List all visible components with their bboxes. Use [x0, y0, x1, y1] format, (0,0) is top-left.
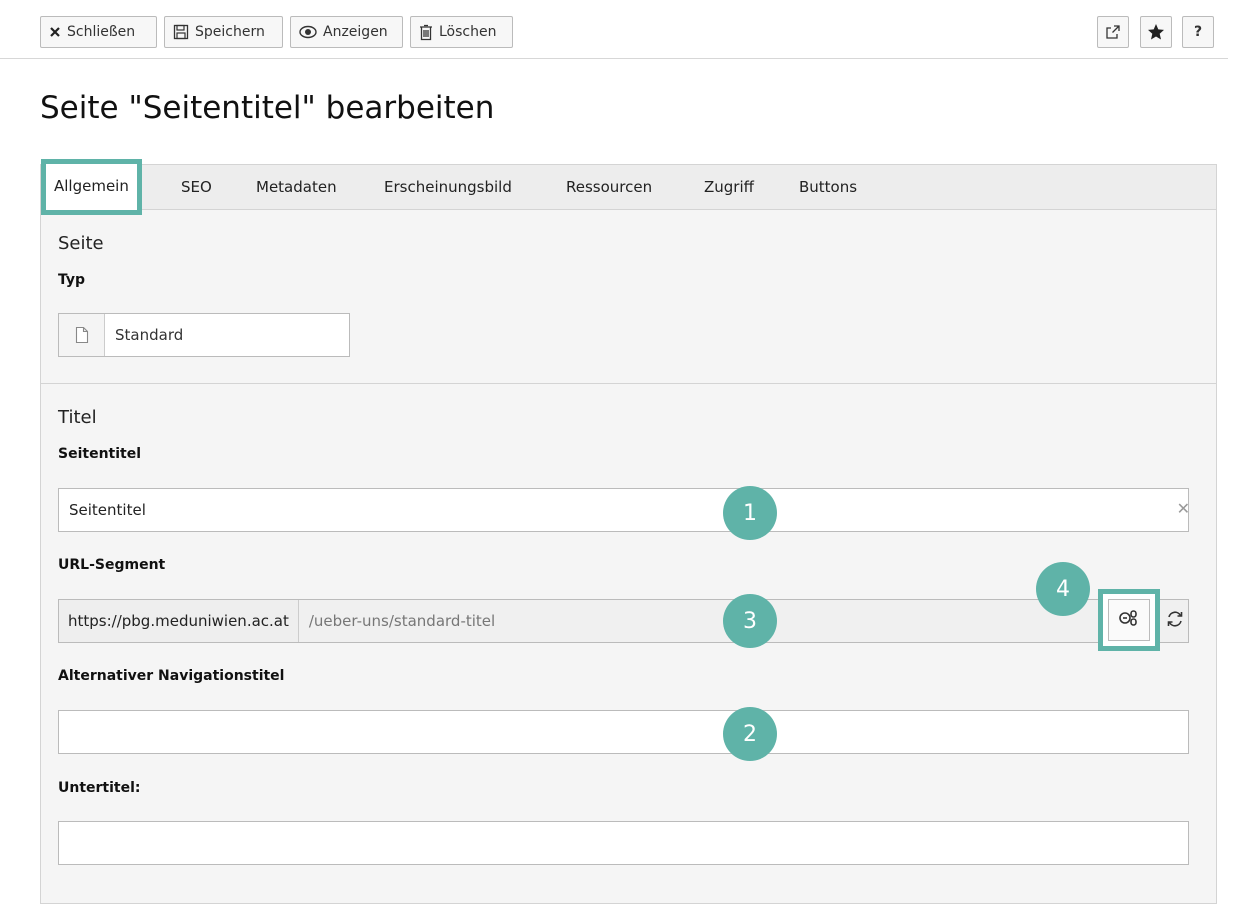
- tab-label: Zugriff: [704, 178, 754, 196]
- edit-form: Allgemein SEO Metadaten Erscheinungsbild…: [40, 159, 1217, 904]
- bookmark-button[interactable]: [1140, 16, 1172, 48]
- url-prefix: https://pbg.meduniwien.ac.at: [59, 600, 299, 642]
- page-type-select[interactable]: Standard: [58, 313, 350, 357]
- nav-title-input[interactable]: [58, 710, 1189, 754]
- tab-label: Erscheinungsbild: [384, 178, 512, 196]
- view-button-label: Anzeigen: [323, 24, 388, 40]
- eye-icon: [299, 25, 317, 39]
- tab-label: Ressourcen: [566, 178, 653, 196]
- open-external-button[interactable]: [1097, 16, 1129, 48]
- edit-url-button[interactable]: [1098, 589, 1160, 651]
- annotation-badge-2: 2: [723, 707, 777, 761]
- toolbar: Schließen Speichern Anzeigen Löschen ?: [0, 0, 1228, 59]
- tab-label: Buttons: [799, 178, 858, 196]
- help-button-label: ?: [1193, 24, 1203, 40]
- page-title: Seite "Seitentitel" bearbeiten: [40, 90, 495, 126]
- tab-zugriff[interactable]: Zugriff: [704, 165, 754, 209]
- annotation-badge-4: 4: [1036, 562, 1090, 616]
- tab-label: SEO: [181, 178, 212, 196]
- star-icon: [1147, 23, 1165, 41]
- subtitle-label: Untertitel:: [58, 780, 141, 796]
- tab-ressourcen[interactable]: Ressourcen: [566, 165, 652, 209]
- unlink-icon: [1118, 608, 1140, 633]
- delete-button[interactable]: Löschen: [410, 16, 513, 48]
- file-icon: [59, 314, 105, 356]
- external-link-icon: [1105, 24, 1121, 40]
- tab-label: Metadaten: [256, 178, 337, 196]
- section-divider: [41, 383, 1216, 384]
- save-icon: [173, 24, 189, 40]
- url-segment-field: https://pbg.meduniwien.ac.at /ueber-uns/…: [58, 599, 1189, 643]
- page-type-value: Standard: [115, 326, 184, 344]
- type-label: Typ: [58, 272, 86, 288]
- trash-icon: [419, 24, 433, 41]
- view-button[interactable]: Anzeigen: [290, 16, 403, 48]
- url-segment-label: URL-Segment: [58, 557, 166, 573]
- help-button[interactable]: ?: [1182, 16, 1214, 48]
- page-title-input[interactable]: [58, 488, 1189, 532]
- refresh-icon: [1166, 610, 1184, 633]
- close-button[interactable]: Schließen: [40, 16, 157, 48]
- nav-title-label: Alternativer Navigationstitel: [58, 668, 285, 684]
- tab-erscheinungsbild[interactable]: Erscheinungsbild: [384, 165, 512, 209]
- close-button-label: Schließen: [67, 24, 136, 40]
- section-title-titel: Titel: [58, 407, 97, 428]
- tab-metadaten[interactable]: Metadaten: [256, 165, 337, 209]
- delete-button-label: Löschen: [439, 24, 497, 40]
- close-icon: [49, 26, 61, 38]
- clear-icon[interactable]: ✕: [1177, 499, 1190, 519]
- save-button-label: Speichern: [195, 24, 265, 40]
- annotation-badge-1: 1: [723, 486, 777, 540]
- tab-buttons[interactable]: Buttons: [799, 165, 857, 209]
- refresh-url-button[interactable]: [1160, 599, 1190, 643]
- tab-seo[interactable]: SEO: [181, 165, 212, 209]
- page-title-label: Seitentitel: [58, 446, 142, 462]
- subtitle-input[interactable]: [58, 821, 1189, 865]
- tab-allgemein[interactable]: Allgemein: [41, 159, 142, 215]
- tab-bar: Allgemein SEO Metadaten Erscheinungsbild…: [41, 159, 1216, 215]
- section-title-seite: Seite: [58, 233, 104, 254]
- tab-label: Allgemein: [54, 177, 129, 195]
- annotation-badge-3: 3: [723, 594, 777, 648]
- save-button[interactable]: Speichern: [164, 16, 283, 48]
